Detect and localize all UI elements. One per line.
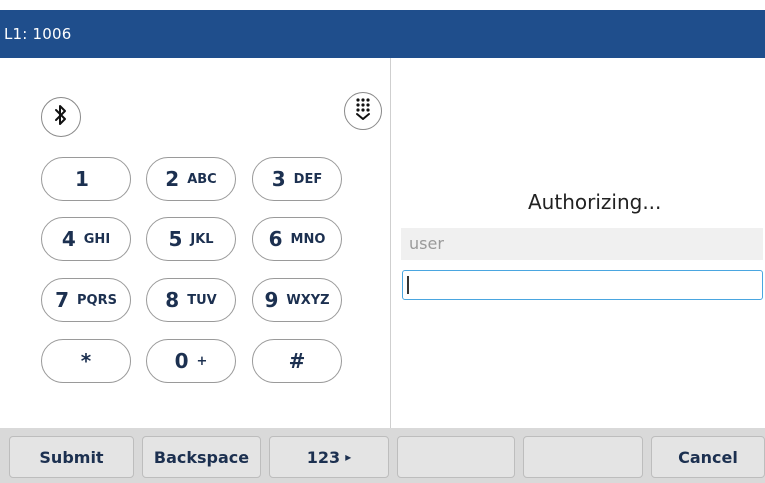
key-letters: ABC bbox=[187, 171, 217, 187]
key-number: 9 bbox=[264, 288, 279, 312]
key-1[interactable]: 1 bbox=[41, 157, 131, 201]
right-arrow-icon: ▸ bbox=[345, 450, 352, 464]
key-4[interactable]: 4 GHI bbox=[41, 217, 131, 261]
key-number: # bbox=[288, 349, 306, 373]
username-field[interactable]: user bbox=[401, 228, 763, 260]
line-title: L1: 1006 bbox=[4, 25, 72, 43]
input-mode-button[interactable]: 123 ▸ bbox=[269, 436, 389, 478]
bluetooth-icon bbox=[53, 104, 69, 130]
key-number: 3 bbox=[271, 167, 286, 191]
key-number: 5 bbox=[168, 227, 183, 251]
key-number: 7 bbox=[55, 288, 69, 312]
key-letters: WXYZ bbox=[286, 292, 330, 308]
key-letters: GHI bbox=[83, 231, 111, 247]
softkey-empty-1[interactable] bbox=[397, 436, 515, 478]
key-hash[interactable]: # bbox=[252, 339, 342, 383]
key-letters: DEF bbox=[293, 171, 323, 187]
softkey-label: 123 bbox=[306, 447, 341, 467]
key-number: * bbox=[80, 349, 92, 373]
softkey-label: Cancel bbox=[678, 447, 738, 467]
key-number: 1 bbox=[75, 167, 89, 191]
header-bar: L1: 1006 bbox=[0, 10, 765, 58]
key-5[interactable]: 5 JKL bbox=[146, 217, 236, 261]
key-number: 6 bbox=[268, 227, 283, 251]
key-2[interactable]: 2 ABC bbox=[146, 157, 236, 201]
dialpad-collapse-icon bbox=[353, 97, 373, 125]
top-edge bbox=[0, 0, 765, 10]
key-9[interactable]: 9 WXYZ bbox=[252, 278, 342, 322]
panel-divider bbox=[390, 58, 391, 428]
key-star[interactable]: * bbox=[41, 339, 131, 383]
softkey-label: Submit bbox=[39, 447, 104, 467]
key-letters: MNO bbox=[290, 231, 326, 247]
key-number: 8 bbox=[165, 288, 180, 312]
dialpad-toggle-button[interactable] bbox=[344, 92, 382, 130]
password-field[interactable] bbox=[402, 270, 763, 300]
key-letters: TUV bbox=[187, 292, 217, 308]
key-letters: + bbox=[196, 353, 208, 369]
key-number: 4 bbox=[61, 227, 76, 251]
softkey-label: Backspace bbox=[153, 447, 250, 467]
auth-status-text: Authorizing... bbox=[528, 190, 662, 214]
key-letters: JKL bbox=[190, 231, 214, 247]
key-3[interactable]: 3 DEF bbox=[252, 157, 342, 201]
softkey-empty-2[interactable] bbox=[523, 436, 643, 478]
key-6[interactable]: 6 MNO bbox=[252, 217, 342, 261]
key-8[interactable]: 8 TUV bbox=[146, 278, 236, 322]
key-letters: PQRS bbox=[76, 292, 117, 308]
text-caret bbox=[407, 276, 409, 294]
key-0[interactable]: 0 + bbox=[146, 339, 236, 383]
backspace-button[interactable]: Backspace bbox=[142, 436, 261, 478]
key-number: 0 bbox=[174, 349, 189, 373]
bluetooth-button[interactable] bbox=[41, 97, 81, 137]
key-number: 2 bbox=[165, 167, 180, 191]
key-7[interactable]: 7 PQRS bbox=[41, 278, 131, 322]
submit-button[interactable]: Submit bbox=[9, 436, 134, 478]
cancel-button[interactable]: Cancel bbox=[651, 436, 765, 478]
